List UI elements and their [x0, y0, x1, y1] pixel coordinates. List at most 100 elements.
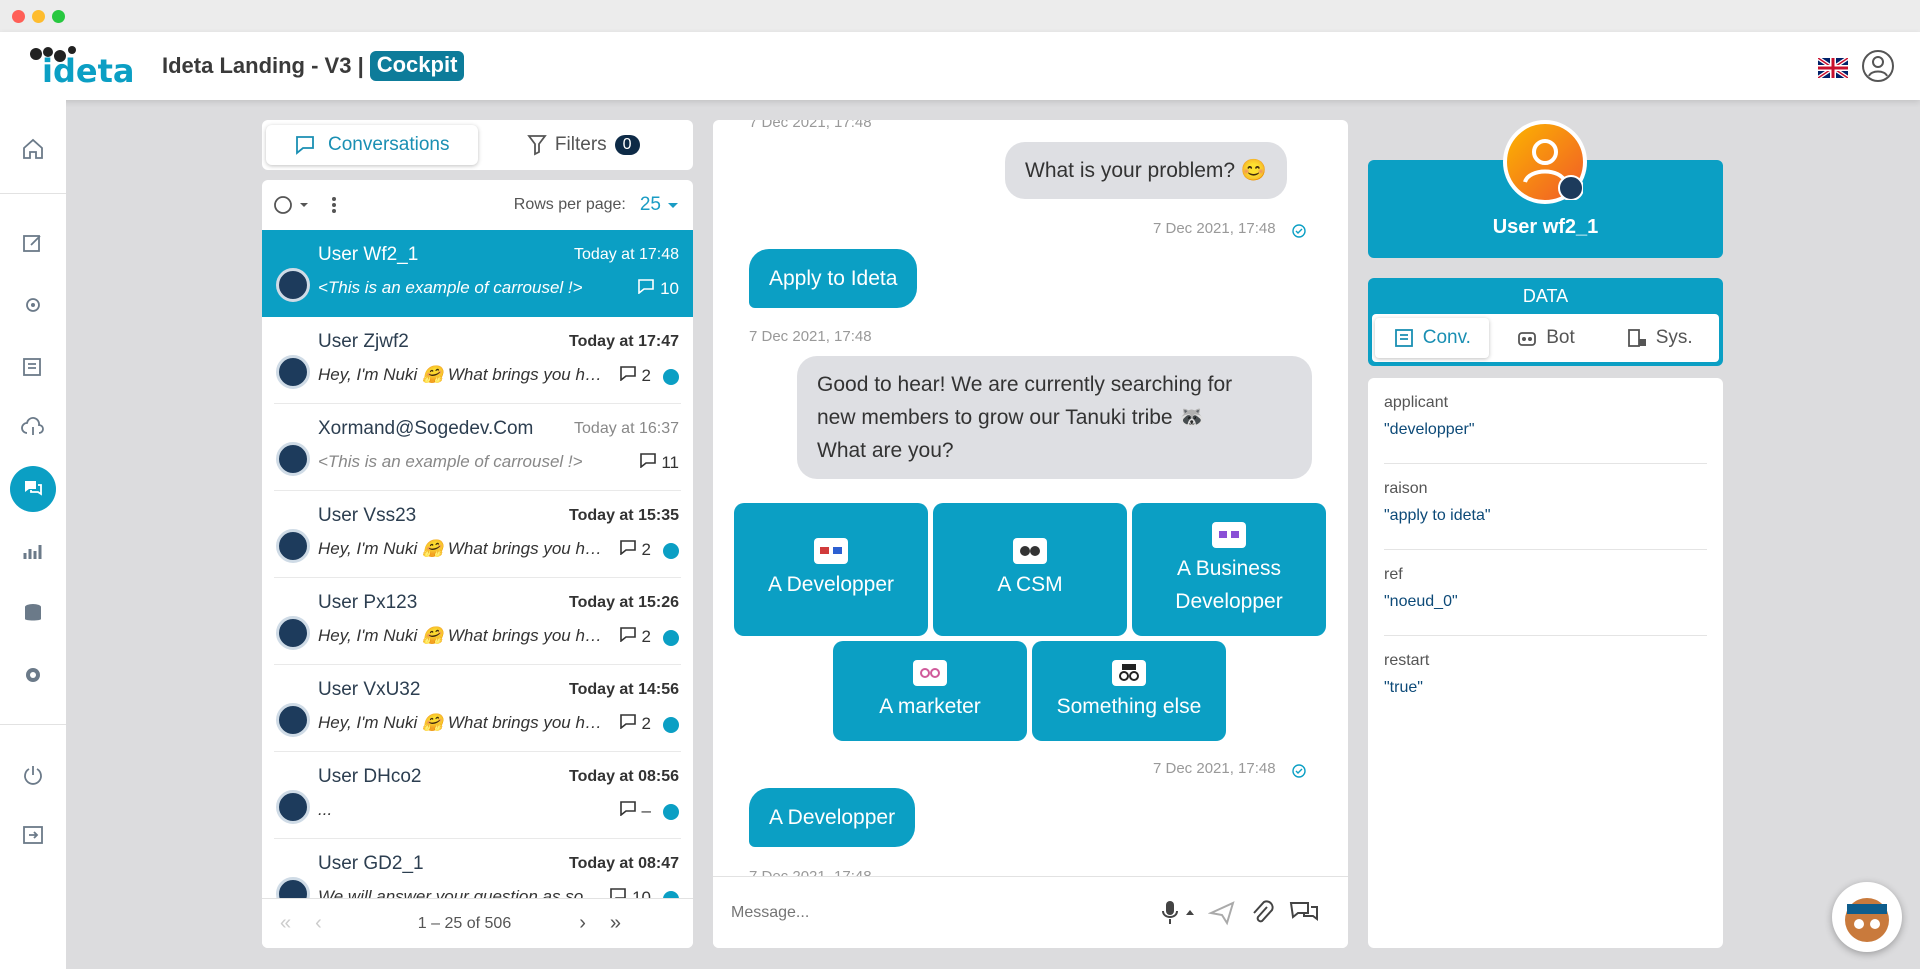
row-time: Today at 08:47 — [569, 855, 679, 872]
database-icon[interactable] — [10, 590, 56, 636]
conversation-row[interactable]: User Zjwf2 Today at 17:47 Hey, I'm Nuki … — [274, 317, 681, 404]
variable-item: restart "true" — [1384, 636, 1707, 722]
choice-label: A Business — [1177, 556, 1281, 580]
conversation-row[interactable]: User VxU32 Today at 14:56 Hey, I'm Nuki … — [274, 665, 681, 752]
window-titlebar — [0, 0, 1920, 32]
tab-sys-label: Sys. — [1655, 327, 1693, 348]
choice-button-something-else[interactable]: Something else — [1032, 641, 1226, 741]
bot-settings-icon[interactable] — [10, 282, 56, 328]
choice-label: A marketer — [879, 694, 981, 718]
divider — [0, 193, 66, 194]
comment-icon — [638, 279, 655, 295]
deploy-icon[interactable] — [10, 405, 56, 451]
microphone-icon[interactable] — [1159, 899, 1197, 927]
ideta-logo[interactable]: ideta — [28, 44, 134, 90]
choice-button-csm[interactable]: A CSM — [933, 503, 1127, 636]
conversation-list: Rows per page: 25 User Wf2_1 Today at 17… — [262, 180, 693, 948]
tab-sys[interactable]: Sys. — [1602, 318, 1716, 358]
row-message-count: 2 — [619, 539, 651, 560]
row-time: Today at 17:47 — [569, 333, 679, 350]
choice-label: A CSM — [997, 573, 1063, 596]
conversations-icon[interactable] — [10, 466, 56, 512]
close-window-button[interactable] — [12, 10, 25, 23]
tab-filters[interactable]: Filters 0 — [478, 125, 690, 165]
row-time: Today at 08:56 — [569, 768, 679, 785]
prev-page-icon[interactable]: ‹ — [315, 912, 322, 935]
row-user-name: User VxU32 — [318, 679, 421, 700]
choice-button-marketer[interactable]: A marketer — [833, 641, 1027, 741]
row-count: 2 — [641, 627, 651, 646]
avatar — [276, 790, 310, 824]
next-page-icon[interactable]: › — [579, 912, 586, 935]
choice-button-business-developper[interactable]: A Business Developper — [1132, 503, 1326, 636]
last-page-icon[interactable]: » — [610, 912, 621, 935]
user-message-text: Apply to Ideta — [769, 267, 898, 290]
comment-icon — [619, 714, 636, 730]
avatar — [276, 616, 310, 650]
paperclip-icon[interactable] — [1249, 899, 1275, 927]
row-count: 2 — [641, 366, 651, 385]
tab-bot-label: Bot — [1546, 327, 1575, 348]
maximize-window-button[interactable] — [52, 10, 65, 23]
chevron-down-icon[interactable] — [665, 197, 681, 213]
analytics-icon[interactable] — [10, 528, 56, 574]
conversation-row[interactable]: User DHco2 Today at 08:56 ... – — [274, 752, 681, 839]
row-last-message: Hey, I'm Nuki 🤗 What brings you here tod… — [318, 626, 608, 645]
cockpit-badge: Cockpit — [369, 51, 465, 81]
read-check-icon — [1292, 764, 1306, 778]
edit-icon[interactable] — [10, 220, 56, 266]
brand-name: ideta — [42, 52, 135, 90]
user-message: A Developper — [749, 788, 916, 847]
variable-key: ref — [1384, 566, 1403, 583]
top-header: ideta Ideta Landing - V3 | Cockpit — [0, 32, 1920, 100]
row-last-message: Hey, I'm Nuki 🤗 What brings you here tod… — [318, 365, 608, 384]
conversation-tabs: Conversations Filters 0 — [262, 120, 693, 170]
collapse-sidebar-icon[interactable] — [10, 812, 56, 858]
read-check-icon — [1292, 224, 1306, 238]
power-icon[interactable] — [10, 752, 56, 798]
help-mascot-button[interactable] — [1832, 882, 1902, 952]
row-user-name: User Wf2_1 — [318, 244, 419, 265]
choice-label: Something else — [1056, 694, 1202, 718]
tab-bot[interactable]: Bot — [1489, 318, 1603, 358]
conversation-row[interactable]: User Vss23 Today at 15:35 Hey, I'm Nuki … — [274, 491, 681, 578]
row-user-name: User Vss23 — [318, 505, 417, 526]
rows-per-page-select[interactable]: 25 — [640, 194, 661, 216]
filter-icon — [527, 135, 547, 156]
robot-icon — [1518, 332, 1537, 346]
row-time: Today at 15:26 — [569, 594, 679, 611]
tab-conv[interactable]: Conv. — [1375, 318, 1489, 358]
tanuki-emoji-icon — [913, 659, 947, 686]
message-input[interactable] — [731, 899, 1131, 927]
tab-conversations[interactable]: Conversations — [266, 125, 478, 165]
tanuki-emoji-icon — [1112, 659, 1146, 686]
quick-replies-icon[interactable] — [1289, 899, 1319, 927]
send-icon[interactable] — [1208, 899, 1236, 927]
avatar — [276, 529, 310, 563]
variable-value: "developper" — [1384, 421, 1475, 438]
minimize-window-button[interactable] — [32, 10, 45, 23]
conversation-row[interactable]: User Wf2_1 Today at 17:48 <This is an ex… — [262, 230, 693, 317]
row-last-message: Hey, I'm Nuki 🤗 What brings you here tod… — [318, 713, 608, 732]
bot-message: What is your problem? 😊 — [1005, 142, 1288, 199]
unread-dot — [663, 369, 679, 385]
tanuki-mascot-icon — [1845, 898, 1889, 942]
select-all-checkbox[interactable] — [274, 195, 314, 215]
variables-list: applicant "developper" raison "apply to id… — [1368, 378, 1723, 948]
more-vertical-icon[interactable] — [324, 195, 344, 215]
conversation-row[interactable]: User Px123 Today at 15:26 Hey, I'm Nuki … — [274, 578, 681, 665]
forms-icon[interactable] — [10, 344, 56, 390]
choice-button-developper[interactable]: A Developper — [734, 503, 928, 636]
gear-icon[interactable] — [10, 652, 56, 698]
home-icon[interactable] — [10, 126, 56, 172]
user-account-icon[interactable] — [1862, 50, 1894, 82]
conversation-row[interactable]: Xormand@Sogedev.Com Today at 16:37 <This… — [274, 404, 681, 491]
unread-dot — [663, 543, 679, 559]
uk-flag-icon[interactable] — [1818, 58, 1848, 78]
document-icon — [1394, 329, 1413, 347]
row-user-name: User Zjwf2 — [318, 331, 409, 352]
bot-message-text: What is your problem? 😊 — [1025, 159, 1268, 182]
row-count: – — [641, 801, 651, 820]
first-page-icon[interactable]: « — [280, 912, 291, 935]
variable-key: restart — [1384, 652, 1430, 669]
